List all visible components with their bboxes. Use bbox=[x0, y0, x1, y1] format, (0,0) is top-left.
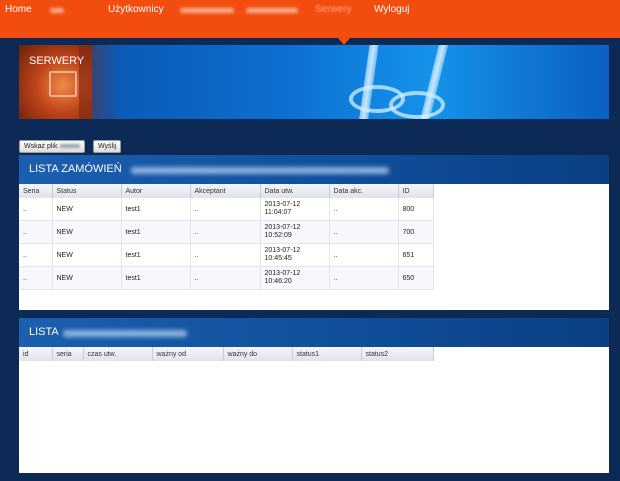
cell-id: 651 bbox=[398, 243, 434, 267]
column-header[interactable]: status2 bbox=[361, 347, 434, 361]
column-header[interactable]: Akceptant bbox=[190, 184, 261, 198]
cell-data-akc: .. bbox=[329, 266, 399, 290]
cell-status: NEW bbox=[52, 198, 122, 221]
page-banner: SERWERY bbox=[19, 45, 609, 119]
nav-home[interactable]: Home bbox=[5, 4, 32, 15]
nav-servers[interactable]: Serwery bbox=[315, 4, 352, 15]
orders-panel-header: LISTA ZAMÓWIEŃ bbox=[19, 155, 609, 184]
table-row[interactable]: .. NEW test1 .. 2013-07-12 10:46:20 .. 65… bbox=[19, 266, 434, 290]
cell-seria: .. bbox=[19, 243, 53, 267]
cell-seria: .. bbox=[19, 198, 53, 221]
table-header-row: id seria czas utw. ważny od ważny do sta… bbox=[19, 347, 434, 361]
nav-logout[interactable]: Wyloguj bbox=[374, 4, 409, 15]
orders-panel: LISTA ZAMÓWIEŃ Seria Status Autor Akcept… bbox=[19, 155, 609, 310]
nav-users[interactable]: Użytkownicy bbox=[108, 4, 164, 15]
cell-data-akc: .. bbox=[329, 220, 399, 244]
choose-file-label: Wskaż plik bbox=[24, 143, 58, 150]
choose-file-button[interactable]: Wskaż plik bbox=[19, 140, 86, 153]
orders-table: Seria Status Autor Akceptant Data utw. D… bbox=[19, 184, 434, 290]
cell-status: NEW bbox=[52, 266, 122, 290]
cell-akceptant: .. bbox=[190, 243, 261, 267]
column-header[interactable]: id bbox=[19, 347, 53, 361]
column-header[interactable]: Status bbox=[52, 184, 122, 198]
table-row[interactable]: .. NEW test1 .. 2013-07-12 11:04:07 .. 80… bbox=[19, 198, 434, 221]
column-header[interactable]: ID bbox=[398, 184, 434, 198]
cell-status: NEW bbox=[52, 220, 122, 244]
table-row[interactable]: .. NEW test1 .. 2013-07-12 10:45:45 .. 65… bbox=[19, 243, 434, 267]
cell-autor: test1 bbox=[121, 243, 191, 267]
list-table: id seria czas utw. ważny od ważny do sta… bbox=[19, 347, 434, 361]
cell-data-utw: 2013-07-12 10:45:45 bbox=[260, 243, 330, 267]
column-header[interactable]: ważny od bbox=[152, 347, 224, 361]
cell-autor: test1 bbox=[121, 266, 191, 290]
redacted-title-text bbox=[63, 330, 187, 337]
cell-data-akc: .. bbox=[329, 243, 399, 267]
cell-seria: .. bbox=[19, 220, 53, 244]
column-header[interactable]: Seria bbox=[19, 184, 53, 198]
cell-id: 700 bbox=[398, 220, 434, 244]
cell-akceptant: .. bbox=[190, 198, 261, 221]
cell-autor: test1 bbox=[121, 220, 191, 244]
cell-seria: .. bbox=[19, 266, 53, 290]
list-panel-title: LISTA bbox=[29, 326, 59, 338]
cell-id: 800 bbox=[398, 198, 434, 221]
cell-data-akc: .. bbox=[329, 198, 399, 221]
table-header-row: Seria Status Autor Akceptant Data utw. D… bbox=[19, 184, 434, 198]
list-panel-header: LISTA bbox=[19, 318, 609, 347]
cell-data-utw: 2013-07-12 10:52:09 bbox=[260, 220, 330, 244]
column-header[interactable]: status1 bbox=[292, 347, 362, 361]
table-row[interactable]: .. NEW test1 .. 2013-07-12 10:52:09 .. 70… bbox=[19, 220, 434, 244]
redacted-title-text bbox=[131, 167, 389, 174]
cell-akceptant: .. bbox=[190, 266, 261, 290]
send-button[interactable]: Wyślij bbox=[93, 140, 122, 153]
cell-id: 650 bbox=[398, 266, 434, 290]
cell-data-utw: 2013-07-12 10:46:20 bbox=[260, 266, 330, 290]
nav-item-redacted[interactable] bbox=[246, 8, 298, 13]
send-label: Wyślij bbox=[98, 143, 117, 150]
cell-status: NEW bbox=[52, 243, 122, 267]
column-header[interactable]: Data utw. bbox=[260, 184, 330, 198]
orders-panel-title: LISTA ZAMÓWIEŃ bbox=[29, 163, 122, 175]
list-panel: LISTA id seria czas utw. ważny od ważny … bbox=[19, 318, 609, 473]
column-header[interactable]: czas utw. bbox=[83, 347, 153, 361]
column-header[interactable]: ważny do bbox=[223, 347, 293, 361]
column-header[interactable]: Data akc. bbox=[329, 184, 399, 198]
nav-item-redacted[interactable] bbox=[50, 8, 64, 13]
nav-item-redacted[interactable] bbox=[180, 8, 234, 13]
cell-data-utw: 2013-07-12 11:04:07 bbox=[260, 198, 330, 221]
top-navigation: Home Użytkownicy Serwery Wyloguj bbox=[0, 0, 620, 38]
page-title: SERWERY bbox=[29, 55, 85, 67]
cell-autor: test1 bbox=[121, 198, 191, 221]
column-header[interactable]: seria bbox=[52, 347, 84, 361]
cell-akceptant: .. bbox=[190, 220, 261, 244]
column-header[interactable]: Autor bbox=[121, 184, 191, 198]
active-nav-indicator bbox=[338, 38, 350, 45]
